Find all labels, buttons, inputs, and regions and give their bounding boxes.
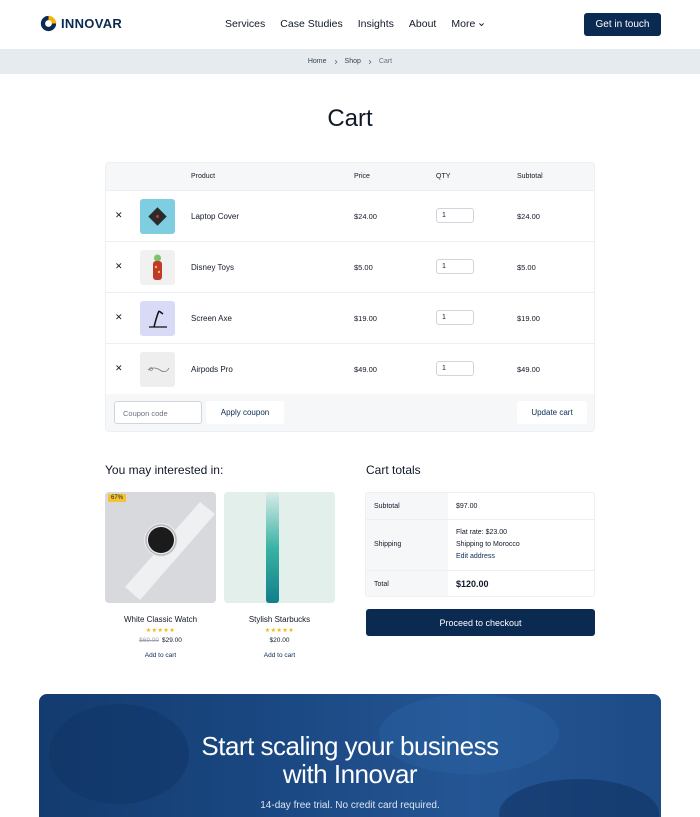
banner-headline-line-1: Start scaling your business: [201, 731, 499, 761]
banner-headline: Start scaling your business with Innovar: [39, 732, 661, 788]
shipping-rate: Flat rate: $23.00: [456, 529, 507, 536]
shipping-destination: Shipping to Morocco: [456, 541, 520, 548]
chevron-right-icon: [368, 59, 372, 64]
subtotal-value: $97.00: [456, 503, 478, 510]
cart-table: Product Price QTY Subtotal ✕ Laptop Cove…: [105, 162, 595, 432]
product-thumbnail[interactable]: [140, 301, 175, 336]
product-price: $24.00: [354, 212, 377, 221]
product-price: $49.00: [354, 365, 377, 374]
logo-icon: [40, 15, 57, 32]
close-icon[interactable]: ✕: [115, 363, 123, 374]
breadcrumb-shop[interactable]: Shop: [345, 58, 361, 65]
coupon-input[interactable]: Coupon code: [114, 401, 202, 424]
sale-price: $20.00: [269, 637, 290, 644]
totals-row-total: Total $120.00: [366, 570, 594, 596]
get-in-touch-button[interactable]: Get in touch: [584, 13, 661, 36]
product-price: $20.00: [224, 637, 335, 644]
cart-totals-table: Subtotal $97.00 Shipping Flat rate: $23.…: [365, 492, 595, 597]
close-icon[interactable]: ✕: [115, 312, 123, 323]
old-price: $69.00: [139, 637, 159, 644]
cart-actions: Coupon code Apply coupon Update cart: [106, 394, 594, 431]
product-thumbnail[interactable]: [140, 199, 175, 234]
nav-case-studies[interactable]: Case Studies: [280, 18, 342, 30]
product-name[interactable]: Airpods Pro: [191, 365, 233, 374]
cart-totals-title: Cart totals: [366, 463, 421, 477]
banner-subtext: 14-day free trial. No credit card requir…: [260, 800, 440, 811]
close-icon[interactable]: ✕: [115, 261, 123, 272]
sale-price: $29.00: [162, 637, 182, 644]
main-nav: Services Case Studies Insights About Mor…: [225, 18, 485, 30]
totals-row-shipping: Shipping Flat rate: $23.00 Shipping to M…: [366, 519, 594, 570]
add-to-cart-link[interactable]: Add to cart: [224, 652, 335, 659]
proceed-to-checkout-button[interactable]: Proceed to checkout: [366, 609, 595, 636]
shipping-label: Shipping: [374, 541, 402, 548]
product-price: $5.00: [354, 263, 373, 272]
product-thumbnail[interactable]: [140, 250, 175, 285]
edit-address-link[interactable]: Edit address: [456, 553, 495, 560]
banner-headline-line-2: with Innovar: [282, 759, 418, 789]
cta-banner: Start scaling your business with Innovar…: [39, 694, 661, 817]
nav-services[interactable]: Services: [225, 18, 265, 30]
chevron-down-icon: [479, 22, 485, 26]
update-cart-button[interactable]: Update cart: [517, 401, 587, 424]
cart-table-header: Product Price QTY Subtotal: [106, 163, 594, 190]
product-name[interactable]: White Classic Watch: [105, 615, 216, 624]
rating-stars: ★★★★★: [145, 628, 176, 634]
nav-more[interactable]: More: [451, 18, 485, 30]
product-card: Stylish Starbucks ★★★★★ $20.00 Add to ca…: [224, 492, 335, 659]
table-row: ✕ Airpods Pro $49.00 1 $49.00: [106, 343, 594, 394]
close-icon[interactable]: ✕: [115, 210, 123, 221]
product-subtotal: $24.00: [517, 212, 540, 221]
site-header: INNOVAR Services Case Studies Insights A…: [0, 0, 700, 48]
subtotal-label: Subtotal: [374, 503, 400, 510]
breadcrumb: Home Shop Cart: [0, 49, 700, 74]
col-subtotal: Subtotal: [517, 173, 543, 180]
product-name[interactable]: Disney Toys: [191, 263, 234, 272]
col-product: Product: [191, 173, 216, 180]
logo[interactable]: INNOVAR: [40, 15, 122, 32]
brand-name: INNOVAR: [61, 16, 123, 31]
chevron-right-icon: [334, 59, 338, 64]
product-name[interactable]: Stylish Starbucks: [224, 615, 335, 624]
totals-row-subtotal: Subtotal $97.00: [366, 493, 594, 519]
product-image[interactable]: [224, 492, 335, 603]
quantity-input[interactable]: 1: [436, 361, 474, 376]
product-subtotal: $5.00: [517, 263, 536, 272]
table-row: ✕ Disney Toys $5.00 1 $5.00: [106, 241, 594, 292]
add-to-cart-link[interactable]: Add to cart: [105, 652, 216, 659]
product-price: $19.00: [354, 314, 377, 323]
quantity-input[interactable]: 1: [436, 208, 474, 223]
page-title: Cart: [327, 105, 373, 132]
recommend-title: You may interested in:: [105, 463, 224, 477]
nav-insights[interactable]: Insights: [358, 18, 394, 30]
nav-more-label: More: [451, 18, 476, 30]
rating-stars: ★★★★★: [264, 628, 295, 634]
col-qty: QTY: [436, 173, 451, 180]
table-row: ✕ Laptop Cover $24.00 1 $24.00: [106, 190, 594, 241]
quantity-input[interactable]: 1: [436, 259, 474, 274]
product-name[interactable]: Screen Axe: [191, 314, 232, 323]
apply-coupon-button[interactable]: Apply coupon: [206, 401, 284, 424]
col-price: Price: [354, 173, 370, 180]
breadcrumb-current: Cart: [378, 58, 393, 65]
total-value: $120.00: [456, 579, 489, 589]
nav-about[interactable]: About: [409, 18, 436, 30]
product-image[interactable]: 67%: [105, 492, 216, 603]
product-subtotal: $19.00: [517, 314, 540, 323]
product-thumbnail[interactable]: [140, 352, 175, 387]
product-price: $69.00 $29.00: [105, 637, 216, 644]
total-label: Total: [374, 581, 389, 588]
table-row: ✕ Screen Axe $19.00 1 $19.00: [106, 292, 594, 343]
discount-badge: 67%: [108, 494, 127, 502]
product-subtotal: $49.00: [517, 365, 540, 374]
quantity-input[interactable]: 1: [436, 310, 474, 325]
product-card: 67% White Classic Watch ★★★★★ $69.00 $29.…: [105, 492, 216, 659]
breadcrumb-home[interactable]: Home: [308, 58, 327, 65]
product-name[interactable]: Laptop Cover: [191, 212, 239, 221]
